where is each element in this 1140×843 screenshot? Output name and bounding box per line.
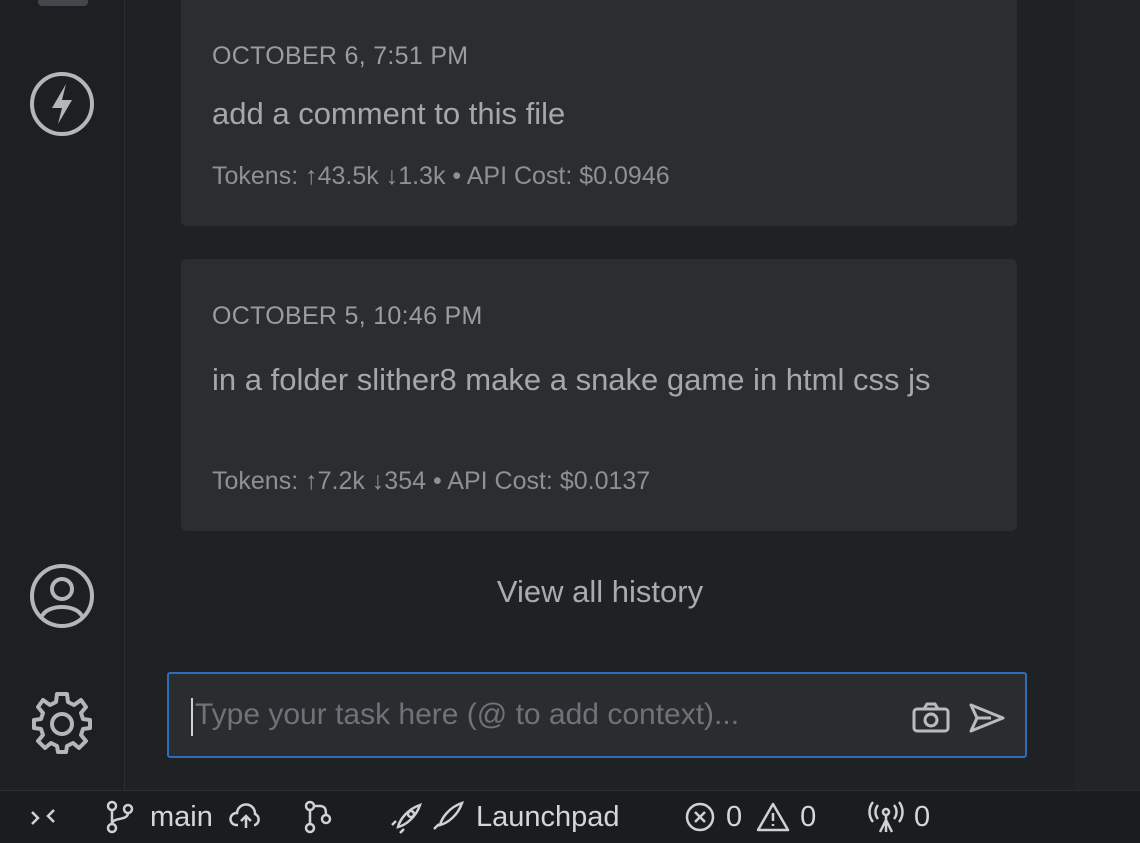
chat-panel: OCTOBER 6, 7:51 PM add a comment to this… <box>125 0 1075 790</box>
launchpad-status[interactable]: Launchpad <box>390 791 620 843</box>
history-item-task: add a comment to this file <box>212 96 566 131</box>
source-control-graph-icon[interactable] <box>300 791 336 843</box>
lightning-icon[interactable] <box>28 70 96 138</box>
history-item[interactable]: OCTOBER 5, 10:46 PM in a folder slither8… <box>181 259 1017 531</box>
history-item-meta: Tokens: ↑43.5k ↓1.3k • API Cost: $0.0946 <box>212 162 670 190</box>
camera-icon[interactable] <box>909 696 953 740</box>
rocket-outline-icon <box>433 801 464 830</box>
rocket-icon <box>391 803 422 834</box>
ports-status[interactable]: 0 <box>868 791 930 843</box>
history-item[interactable]: OCTOBER 6, 7:51 PM add a comment to this… <box>181 0 1017 226</box>
view-all-history-link[interactable]: View all history <box>125 574 1075 610</box>
branch-status[interactable]: main <box>104 791 263 843</box>
error-count: 0 <box>726 800 743 833</box>
scroll-gutter <box>1075 0 1140 790</box>
launchpad-label: Launchpad <box>476 800 620 833</box>
status-bar: main Launchpad 0 0 0 <box>0 790 1140 843</box>
warning-triangle-icon <box>756 802 790 832</box>
activity-bar <box>0 0 125 790</box>
branch-name: main <box>150 800 213 833</box>
send-icon[interactable] <box>965 696 1009 740</box>
text-caret <box>191 698 193 736</box>
cloud-upload-icon <box>229 803 260 828</box>
history-item-meta: Tokens: ↑7.2k ↓354 • API Cost: $0.0137 <box>212 467 651 495</box>
settings-gear-icon[interactable] <box>28 688 96 756</box>
ports-count: 0 <box>914 800 931 833</box>
history-item-date: OCTOBER 6, 7:51 PM <box>212 42 469 70</box>
warning-count: 0 <box>800 800 817 833</box>
task-input-box[interactable] <box>167 672 1027 758</box>
history-item-date: OCTOBER 5, 10:46 PM <box>212 302 483 330</box>
activity-item-partial[interactable] <box>38 0 88 6</box>
problems-status[interactable]: 0 0 <box>684 791 816 843</box>
app-window: OCTOBER 6, 7:51 PM add a comment to this… <box>0 0 1140 843</box>
account-icon[interactable] <box>28 562 96 630</box>
task-input[interactable] <box>195 698 875 732</box>
error-circle-icon <box>685 802 715 832</box>
history-item-task: in a folder slither8 make a snake game i… <box>212 362 931 397</box>
broadcast-icon <box>868 801 904 833</box>
remote-indicator-icon[interactable] <box>28 791 58 843</box>
git-branch-icon <box>106 800 134 834</box>
